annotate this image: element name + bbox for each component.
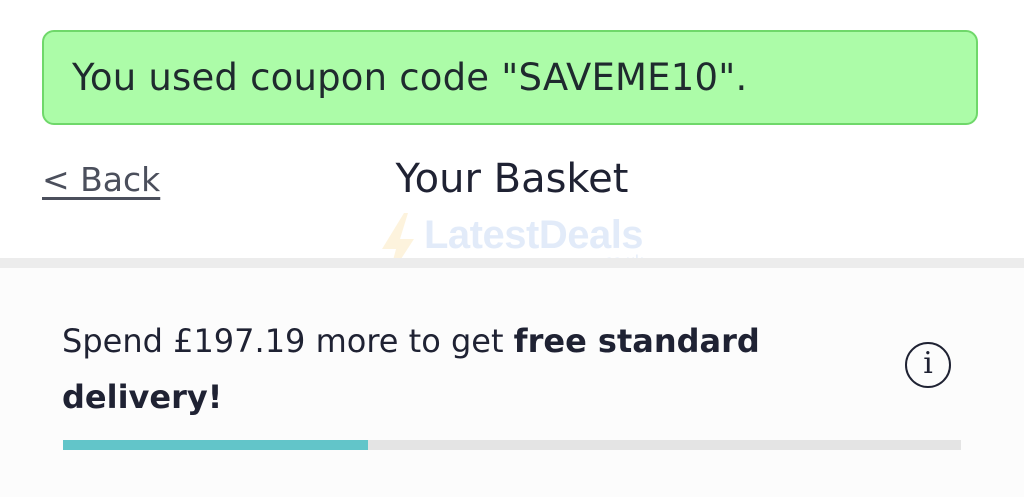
info-icon: i (923, 346, 933, 381)
section-divider (0, 258, 1024, 268)
delivery-message-prefix: Spend £197.19 more to get (62, 322, 514, 360)
free-delivery-message: Spend £197.19 more to get free standard … (62, 313, 822, 425)
coupon-applied-banner: You used coupon code "SAVEME10". (42, 30, 978, 125)
free-delivery-progress-bar (63, 440, 961, 450)
page-title: Your Basket (395, 156, 629, 202)
basket-header: < Back Your Basket (0, 128, 1024, 258)
free-delivery-panel: Spend £197.19 more to get free standard … (0, 268, 1024, 497)
progress-fill (63, 440, 369, 450)
coupon-message: You used coupon code "SAVEME10". (72, 56, 748, 99)
info-button[interactable]: i (905, 342, 951, 388)
